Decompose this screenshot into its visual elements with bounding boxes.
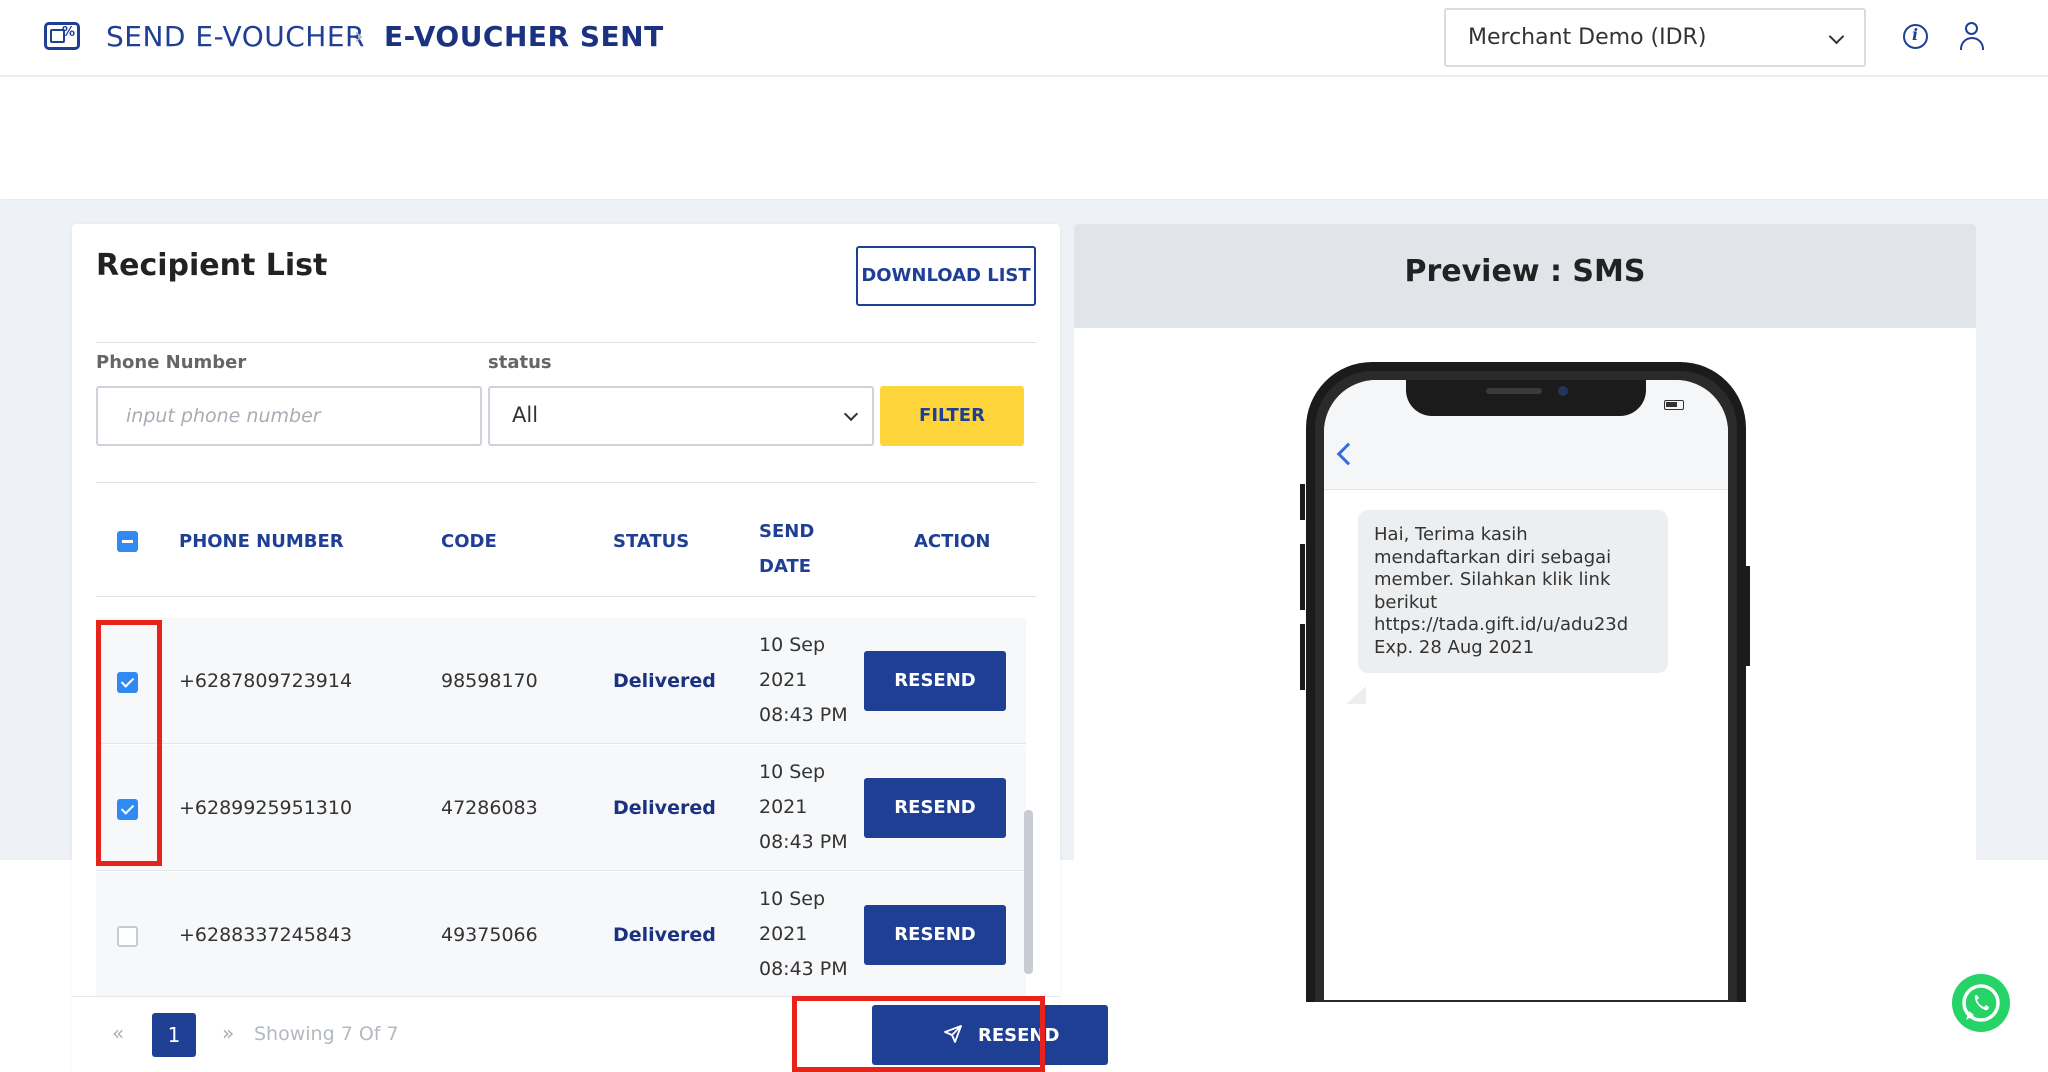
row-checkbox[interactable] [117, 799, 138, 820]
table-row: +6289925951310 47286083 Delivered 10 Sep… [96, 745, 1026, 871]
send-date-cell: 10 Sep 2021 08:43 PM [759, 761, 848, 853]
divider [96, 596, 1036, 597]
download-list-button[interactable]: DOWNLOAD LIST [856, 246, 1036, 306]
phone-cell: +6288337245843 [179, 924, 353, 946]
breadcrumb-send-evoucher[interactable]: SEND E-VOUCHER [106, 20, 365, 53]
phone-side-button [1300, 544, 1305, 610]
status-label: status [488, 352, 552, 373]
pagination-page-1[interactable]: 1 [152, 1013, 196, 1057]
pagination-bar: « 1 » Showing 7 Of 7 RESEND [72, 996, 1108, 1072]
row-checkbox[interactable] [117, 672, 138, 693]
row-resend-button[interactable]: RESEND [864, 651, 1006, 711]
breadcrumb-separator-icon: › [354, 22, 365, 50]
chevron-down-icon [1828, 28, 1845, 45]
column-header-code: CODE [441, 531, 497, 552]
phone-cell: +6287809723914 [179, 670, 353, 692]
code-cell: 47286083 [441, 797, 538, 819]
header-band [0, 77, 2048, 199]
select-all-checkbox[interactable] [117, 531, 138, 552]
resend-selected-label: RESEND [978, 1025, 1060, 1046]
phone-mockup: Hai, Terima kasih mendaftarkan diri seba… [1306, 362, 1746, 1002]
info-icon[interactable] [1903, 24, 1928, 49]
status-select-value: All [512, 403, 539, 427]
recipient-list-card: Recipient List DOWNLOAD LIST Phone Numbe… [72, 224, 1060, 1072]
sms-message-bubble: Hai, Terima kasih mendaftarkan diri seba… [1358, 510, 1668, 673]
table-scrollbar[interactable] [1024, 810, 1033, 974]
preview-title: Preview : SMS [1404, 254, 1646, 289]
user-icon[interactable] [1959, 22, 1985, 50]
phone-number-input[interactable]: input phone number [96, 386, 482, 446]
divider [96, 342, 1036, 343]
breadcrumb-evoucher-sent: E-VOUCHER SENT [384, 20, 664, 53]
column-header-phone: PHONE NUMBER [179, 531, 344, 552]
row-checkbox[interactable] [117, 926, 138, 947]
column-header-status: STATUS [613, 531, 690, 552]
recipient-table-body: +6287809723914 98598170 Delivered 10 Sep… [96, 618, 1026, 998]
table-row: +6288337245843 49375066 Delivered 10 Sep… [96, 872, 1026, 998]
pagination-showing-text: Showing 7 Of 7 [254, 1023, 399, 1045]
pagination-prev[interactable]: « [112, 1021, 124, 1045]
phone-cell: +6289925951310 [179, 797, 353, 819]
send-date-cell: 10 Sep 2021 08:43 PM [759, 634, 848, 726]
phone-number-placeholder: input phone number [126, 405, 321, 427]
resend-selected-button[interactable]: RESEND [872, 1005, 1108, 1065]
sms-preview-card: Preview : SMS Hai, Terima kasih mendafta… [1074, 224, 1976, 1002]
phone-side-button [1300, 624, 1305, 690]
status-cell: Delivered [613, 924, 716, 946]
phone-notch [1406, 380, 1646, 416]
battery-icon [1664, 400, 1684, 410]
column-header-send-date: SEND DATE [759, 521, 815, 577]
bubble-tail [1346, 686, 1366, 704]
row-resend-button[interactable]: RESEND [864, 778, 1006, 838]
send-date-cell: 10 Sep 2021 08:43 PM [759, 888, 848, 980]
code-cell: 98598170 [441, 670, 538, 692]
preview-header: Preview : SMS [1074, 224, 1976, 328]
filter-button[interactable]: FILTER [880, 386, 1024, 446]
phone-screen: Hai, Terima kasih mendaftarkan diri seba… [1324, 380, 1728, 1000]
whatsapp-icon [1962, 984, 2000, 1022]
column-header-action: ACTION [914, 531, 991, 552]
voucher-logo-icon[interactable] [44, 22, 80, 50]
recipient-list-title: Recipient List [96, 248, 328, 283]
back-chevron-icon [1336, 442, 1360, 466]
merchant-select[interactable]: Merchant Demo (IDR) [1444, 8, 1866, 67]
row-resend-button[interactable]: RESEND [864, 905, 1006, 965]
status-cell: Delivered [613, 797, 716, 819]
chevron-down-icon [843, 406, 859, 422]
table-row: +6287809723914 98598170 Delivered 10 Sep… [96, 618, 1026, 744]
merchant-select-value: Merchant Demo (IDR) [1468, 25, 1707, 50]
top-bar: SEND E-VOUCHER › E-VOUCHER SENT Merchant… [0, 0, 2048, 76]
pagination-next[interactable]: » [222, 1021, 234, 1045]
phone-side-button [1300, 484, 1305, 520]
send-icon [944, 1025, 962, 1043]
phone-number-label: Phone Number [96, 352, 247, 373]
whatsapp-chat-button[interactable] [1952, 974, 2010, 1032]
status-select[interactable]: All [488, 386, 874, 446]
divider [96, 482, 1036, 483]
code-cell: 49375066 [441, 924, 538, 946]
status-cell: Delivered [613, 670, 716, 692]
